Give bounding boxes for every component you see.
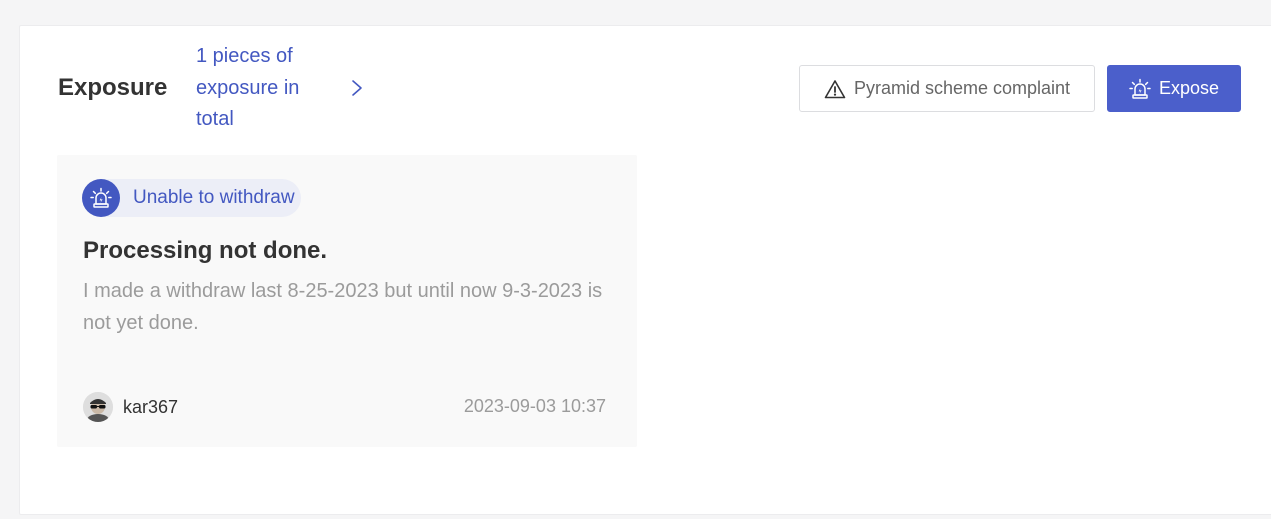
author-info: kar367 (83, 392, 178, 422)
exposure-title: Processing not done. (83, 237, 328, 264)
user-avatar (83, 392, 113, 422)
category-tag-label: Unable to withdraw (133, 187, 295, 208)
exposure-panel: Exposure 1 pieces of exposure in total P… (19, 25, 1271, 515)
pyramid-complaint-button[interactable]: Pyramid scheme complaint (799, 65, 1095, 112)
category-tag: Unable to withdraw (82, 179, 301, 217)
exposure-body: I made a withdraw last 8-25-2023 but unt… (83, 280, 603, 334)
alarm-light-icon (1129, 78, 1151, 100)
pyramid-complaint-label: Pyramid scheme complaint (853, 78, 1071, 98)
expose-label: Expose (1158, 78, 1220, 98)
exposure-card[interactable]: Unable to withdraw Processing not done. … (57, 155, 637, 447)
post-timestamp: 2023-09-03 10:37 (463, 396, 606, 416)
alarm-light-icon (82, 179, 120, 217)
author-name[interactable]: kar367 (123, 397, 178, 418)
warning-triangle-icon (824, 79, 846, 99)
exposure-count-link[interactable]: 1 pieces of exposure in total (196, 41, 326, 136)
expose-button[interactable]: Expose (1107, 65, 1241, 112)
section-title: Exposure (58, 74, 168, 101)
chevron-right-icon[interactable] (350, 78, 364, 98)
